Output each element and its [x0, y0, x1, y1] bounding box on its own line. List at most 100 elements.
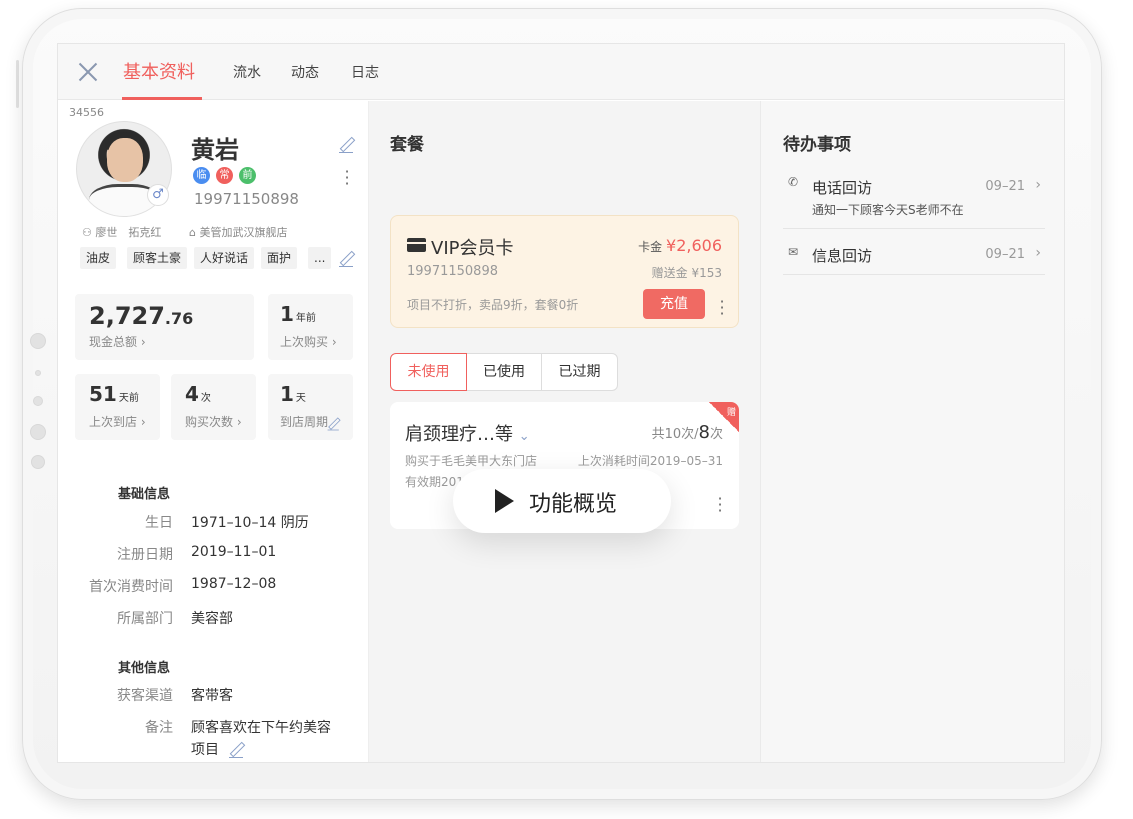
stat-last-purchase[interactable]: 1 年前 上次购买 ›: [268, 294, 353, 360]
stat-last-visit[interactable]: 51 天前 上次到店 ›: [75, 374, 160, 440]
tab-activity[interactable]: 动态: [291, 62, 319, 82]
filter-expired[interactable]: 已过期: [541, 353, 618, 391]
chevron-down-icon[interactable]: ⌄: [519, 429, 530, 444]
remain-unit: 次: [709, 427, 723, 442]
info-value: 项目: [191, 742, 219, 758]
customer-name: 黄岩: [191, 136, 239, 164]
advisors-text: 廖世 拓克红: [95, 226, 162, 239]
other-info-title: 其他信息: [118, 661, 171, 676]
info-key: 注册日期: [117, 547, 173, 563]
discount-text: 项目不打折，卖品9折，套餐0折: [407, 298, 579, 312]
info-value: 1987–12–08: [191, 576, 277, 592]
badge-temporary: 临: [193, 167, 210, 184]
package-last-used: 上次消耗时间2019–05–31: [577, 454, 723, 468]
info-key: 生日: [145, 515, 173, 531]
stat-cash-total[interactable]: 2,727.76 现金总额 ›: [75, 294, 254, 360]
device-dot: [31, 455, 45, 469]
store-text: 美管加武汉旗舰店: [199, 226, 288, 239]
card-balance: 卡金 ¥2,606: [638, 236, 722, 255]
package-more-icon[interactable]: · · ·: [715, 491, 725, 519]
todo-item[interactable]: ✆ 电话回访 通知一下顾客今天S老师不在 09–21 ›: [783, 171, 1045, 229]
edit-name-icon[interactable]: [339, 137, 355, 153]
edit-note-icon[interactable]: [229, 742, 245, 758]
package-panel: 套餐 VIP会员卡 19971150898 卡金 ¥2,606 赠送金 ¥153…: [369, 101, 760, 762]
tab-transactions[interactable]: 流水: [233, 62, 261, 82]
todo-item[interactable]: ✉ 信息回访 09–21 ›: [783, 239, 1045, 275]
stat-unit: 天: [295, 393, 306, 404]
device-dot: [33, 396, 43, 406]
info-value: 1971–10–14 阴历: [191, 515, 309, 531]
stat-number: 51: [89, 382, 117, 406]
count-prefix: 共10次/: [651, 427, 699, 442]
cash-total-dec: .76: [164, 309, 194, 328]
card-more-icon[interactable]: · · ·: [717, 294, 727, 322]
info-value: 2019–11–01: [191, 544, 277, 560]
todo-panel: 待办事项 ✆ 电话回访 通知一下顾客今天S老师不在 09–21 › ✉ 信息回访…: [760, 101, 1064, 762]
phone-icon: ✆: [788, 175, 799, 189]
tag-item[interactable]: 顾客土豪: [127, 247, 188, 269]
filter-unused[interactable]: 未使用: [390, 353, 467, 391]
stat-unit: 年前: [295, 313, 316, 324]
info-value: 顾客喜欢在下午约美容: [191, 720, 331, 736]
store-icon: ⌂: [189, 226, 196, 239]
stat-unit: 天前: [118, 393, 139, 404]
filter-used[interactable]: 已使用: [466, 353, 542, 391]
feature-overview-button[interactable]: 功能概览: [453, 469, 671, 533]
app-screen: 基本资料 流水 动态 日志 34556 ♂ 黄岩 临 常 前 · · · 19971…: [57, 43, 1065, 763]
feature-overview-label: 功能概览: [529, 492, 618, 517]
stat-number: 1: [280, 302, 294, 326]
info-value: 客带客: [191, 688, 233, 704]
chevron-right-icon: ›: [140, 415, 146, 429]
more-options-icon[interactable]: · · ·: [342, 164, 352, 192]
info-key: 获客渠道: [117, 688, 173, 704]
info-key: 首次消费时间: [89, 579, 173, 595]
info-value: 美容部: [191, 611, 233, 627]
device-dot: [35, 370, 41, 376]
advisors: ⚇ 廖世 拓克红: [82, 224, 161, 240]
card-icon: [407, 238, 426, 252]
chevron-right-icon: ›: [140, 335, 146, 349]
tag-item[interactable]: 人好说话: [194, 247, 255, 269]
package-item-name: 肩颈理疗…等 ⌄: [405, 420, 530, 446]
todo-item-date: 09–21: [985, 247, 1025, 262]
info-key: 备注: [145, 720, 173, 736]
chevron-right-icon: ›: [1035, 245, 1041, 261]
customer-id: 34556: [69, 106, 104, 119]
todo-title: 待办事项: [783, 135, 851, 155]
user-icon: ⚇: [82, 226, 92, 239]
stat-label: 购买次数: [185, 415, 234, 429]
todo-item-desc: 通知一下顾客今天S老师不在: [812, 203, 964, 217]
top-tab-bar: 基本资料 流水 动态 日志: [58, 44, 1064, 100]
stat-label: 上次购买: [280, 335, 329, 349]
customer-phone: 19971150898: [194, 190, 299, 208]
recharge-button[interactable]: 充值: [643, 289, 705, 319]
tag-item[interactable]: 油皮: [80, 247, 117, 269]
stat-visit-cycle[interactable]: 1天 到店周期: [268, 374, 353, 440]
balance-label: 卡金: [638, 240, 663, 254]
badge-former: 前: [239, 167, 256, 184]
cash-total-int: 2,727: [89, 302, 165, 330]
device-dot: [30, 424, 46, 440]
chevron-right-icon: ›: [236, 415, 242, 429]
stat-label: 上次到店: [89, 415, 138, 429]
tag-item[interactable]: 面护: [261, 247, 298, 269]
vip-card[interactable]: VIP会员卡 19971150898 卡金 ¥2,606 赠送金 ¥153 项目…: [390, 215, 739, 328]
tag-more[interactable]: ...: [308, 247, 332, 269]
stat-number: 4: [185, 382, 199, 406]
vip-card-phone: 19971150898: [407, 264, 498, 279]
stat-number: 1: [280, 382, 294, 406]
close-icon[interactable]: [76, 60, 100, 84]
male-gender-icon: ♂: [147, 184, 169, 206]
tab-basic-info[interactable]: 基本资料: [123, 58, 195, 84]
stat-purchase-count[interactable]: 4次 购买次数 ›: [171, 374, 256, 440]
balance-value: ¥2,606: [666, 236, 722, 255]
gift-label: 赠送金: [651, 266, 688, 280]
message-icon: ✉: [788, 245, 799, 259]
edit-cycle-icon[interactable]: [327, 418, 341, 431]
chevron-right-icon: ›: [1035, 177, 1041, 193]
edit-tags-icon[interactable]: [339, 251, 355, 267]
badge-regular: 常: [216, 167, 233, 184]
tab-log[interactable]: 日志: [351, 62, 379, 82]
play-icon: [495, 489, 514, 513]
chevron-right-icon: ›: [331, 335, 337, 349]
